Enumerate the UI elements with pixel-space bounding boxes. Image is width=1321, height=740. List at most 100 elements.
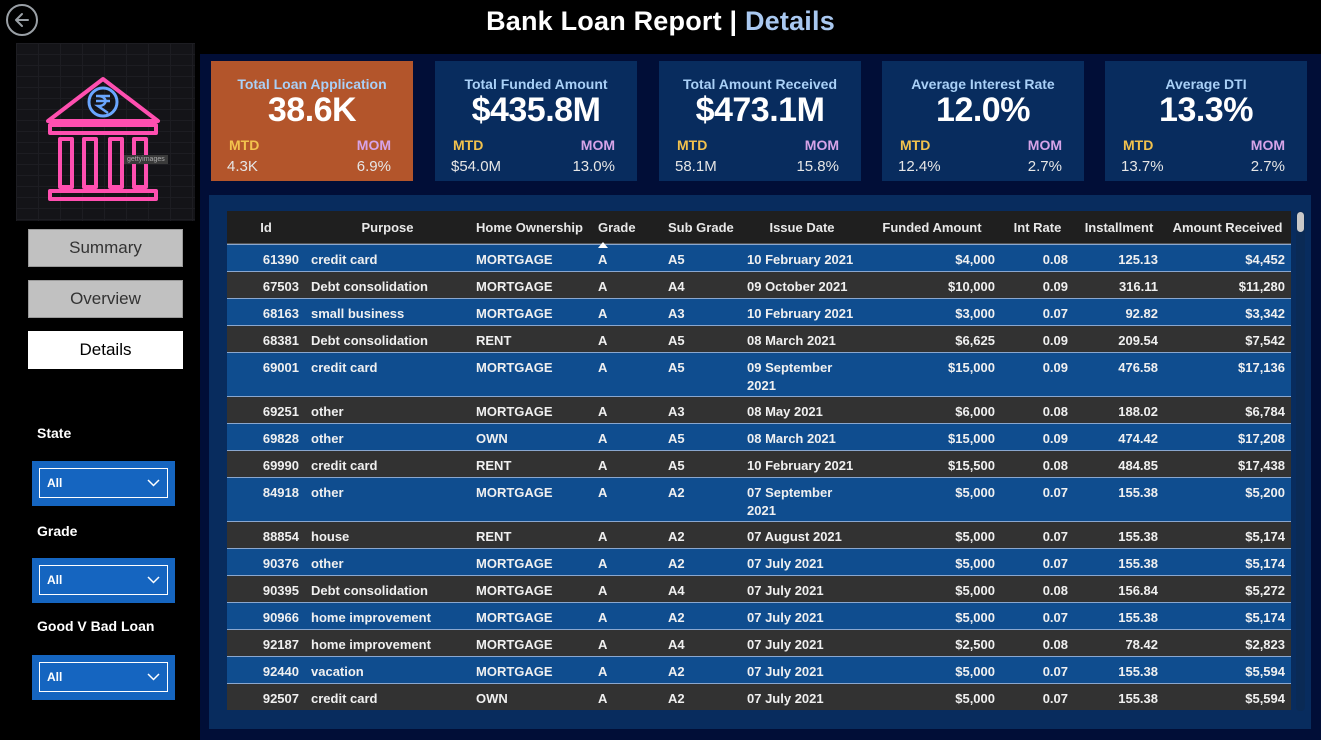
- kpi-card-average-interest-rate[interactable]: Average Interest Rate 12.0% MTD MOM 12.4…: [882, 61, 1084, 181]
- cell-purpose: vacation: [311, 664, 364, 679]
- table-row[interactable]: 90966 home improvement MORTGAGE A A2 07 July …: [227, 602, 1291, 629]
- cell-sub-grade: A2: [668, 556, 685, 571]
- col-header-int-rate[interactable]: Int Rate: [1001, 220, 1074, 235]
- cell-issue-date: 07 July 2021: [747, 637, 824, 652]
- col-header-home-ownership[interactable]: Home Ownership: [470, 220, 592, 235]
- summary-button[interactable]: Summary: [28, 229, 183, 267]
- cell-amount-received: $5,174: [1245, 556, 1285, 571]
- cell-issue-date: 07 July 2021: [747, 583, 824, 598]
- col-header-grade[interactable]: Grade: [592, 220, 662, 248]
- table-row[interactable]: 68381 Debt consolidation RENT A A5 08 March 2…: [227, 325, 1291, 352]
- cell-installment: 155.38: [1118, 556, 1158, 571]
- table-row[interactable]: 88854 house RENT A A2 07 August 2021 $5,000 0.0…: [227, 521, 1291, 548]
- cell-issue-date: 07 September 2021: [747, 485, 833, 518]
- table-row[interactable]: 61390 credit card MORTGAGE A A5 10 February 2…: [227, 244, 1291, 271]
- cell-installment: 484.85: [1118, 458, 1158, 473]
- cell-purpose: Debt consolidation: [311, 333, 428, 348]
- cell-grade: A: [598, 404, 608, 419]
- cell-sub-grade: A5: [668, 458, 685, 473]
- cell-installment: 209.54: [1118, 333, 1158, 348]
- cell-amount-received: $5,594: [1245, 691, 1285, 706]
- cell-purpose: house: [311, 529, 350, 544]
- cell-amount-received: $3,342: [1245, 306, 1285, 321]
- cell-id: 69001: [262, 360, 299, 375]
- col-header-id[interactable]: Id: [227, 220, 305, 235]
- cell-int-rate: 0.09: [1042, 431, 1068, 446]
- details-table[interactable]: Id Purpose Home Ownership Grade Sub Grad…: [227, 211, 1291, 710]
- cell-int-rate: 0.07: [1042, 306, 1068, 321]
- table-row[interactable]: 84918 other MORTGAGE A A2 07 September 2021 $5…: [227, 477, 1291, 521]
- cell-grade: A: [598, 485, 608, 500]
- kpi-mom-label: MOM: [1027, 137, 1062, 153]
- cell-funded-amount: $15,000: [948, 360, 995, 375]
- table-row[interactable]: 69251 other MORTGAGE A A3 08 May 2021 $6,000 0.…: [227, 396, 1291, 423]
- cell-amount-received: $2,823: [1245, 637, 1285, 652]
- cell-purpose: other: [311, 556, 344, 571]
- cell-issue-date: 10 February 2021: [747, 252, 854, 267]
- table-scrollbar[interactable]: [1296, 211, 1305, 711]
- grade-dropdown[interactable]: All: [32, 558, 175, 603]
- cell-id: 92187: [262, 637, 299, 652]
- kpi-card-total-loan-application[interactable]: Total Loan Application 38.6K MTD MOM 4.3…: [211, 61, 413, 181]
- table-row[interactable]: 90395 Debt consolidation MORTGAGE A A4 07 Jul…: [227, 575, 1291, 602]
- kpi-mtd-label: MTD: [677, 137, 708, 153]
- kpi-card-total-amount-received[interactable]: Total Amount Received $473.1M MTD MOM 58…: [659, 61, 861, 181]
- cell-id: 90966: [262, 610, 299, 625]
- table-row[interactable]: 67503 Debt consolidation MORTGAGE A A4 09 Oct…: [227, 271, 1291, 298]
- table-row[interactable]: 92187 home improvement MORTGAGE A A4 07 July …: [227, 629, 1291, 656]
- bank-rupee-icon: [46, 77, 160, 201]
- overview-button[interactable]: Overview: [28, 280, 183, 318]
- table-scrollbar-thumb[interactable]: [1297, 212, 1304, 232]
- cell-id: 90395: [262, 583, 299, 598]
- cell-amount-received: $17,438: [1238, 458, 1285, 473]
- col-header-sub-grade[interactable]: Sub Grade: [662, 220, 741, 235]
- kpi-mom-value: 2.7%: [1027, 158, 1062, 175]
- table-row[interactable]: 92507 credit card OWN A A2 07 July 2021 $5,000…: [227, 683, 1291, 710]
- cell-int-rate: 0.07: [1042, 610, 1068, 625]
- watermark-text: gettyimages: [124, 155, 168, 164]
- cell-issue-date: 09 October 2021: [747, 279, 848, 294]
- cell-sub-grade: A5: [668, 360, 685, 375]
- col-header-installment[interactable]: Installment: [1074, 220, 1164, 235]
- kpi-mom-label: MOM: [580, 137, 615, 153]
- table-row[interactable]: 69990 credit card RENT A A5 10 February 2021 $…: [227, 450, 1291, 477]
- cell-issue-date: 08 May 2021: [747, 404, 823, 419]
- cell-grade: A: [598, 664, 608, 679]
- cell-funded-amount: $2,500: [955, 637, 995, 652]
- cell-id: 67503: [262, 279, 299, 294]
- cell-int-rate: 0.08: [1042, 458, 1068, 473]
- cell-id: 68163: [262, 306, 299, 321]
- kpi-mtd-value: 12.4%: [898, 158, 941, 175]
- cell-home-ownership: MORTGAGE: [476, 556, 553, 571]
- state-dropdown[interactable]: All: [32, 461, 175, 506]
- table-row[interactable]: 68163 small business MORTGAGE A A3 10 Februar…: [227, 298, 1291, 325]
- cell-amount-received: $5,174: [1245, 610, 1285, 625]
- cell-grade: A: [598, 252, 608, 267]
- cell-grade: A: [598, 556, 608, 571]
- cell-int-rate: 0.08: [1042, 583, 1068, 598]
- cell-issue-date: 08 March 2021: [747, 333, 836, 348]
- details-button[interactable]: Details: [28, 331, 183, 369]
- cell-sub-grade: A4: [668, 279, 685, 294]
- cell-purpose: credit card: [311, 691, 378, 706]
- kpi-card-total-funded-amount[interactable]: Total Funded Amount $435.8M MTD MOM $54.…: [435, 61, 637, 181]
- cell-home-ownership: OWN: [476, 431, 508, 446]
- cell-installment: 476.58: [1118, 360, 1158, 375]
- cell-grade: A: [598, 583, 608, 598]
- col-header-funded-amount[interactable]: Funded Amount: [863, 220, 1001, 235]
- cell-home-ownership: MORTGAGE: [476, 252, 553, 267]
- kpi-mom-value: 2.7%: [1250, 158, 1285, 175]
- table-row[interactable]: 92440 vacation MORTGAGE A A2 07 July 2021 $5,0…: [227, 656, 1291, 683]
- table-row[interactable]: 69828 other OWN A A5 08 March 2021 $15,000 0.09…: [227, 423, 1291, 450]
- col-header-amount-received[interactable]: Amount Received: [1164, 220, 1291, 235]
- col-header-issue-date[interactable]: Issue Date: [741, 220, 863, 235]
- page-title: Bank Loan Report | Details: [0, 6, 1321, 37]
- cell-sub-grade: A5: [668, 431, 685, 446]
- cell-funded-amount: $3,000: [955, 306, 995, 321]
- good-bad-loan-dropdown[interactable]: All: [32, 655, 175, 700]
- kpi-card-average-dti[interactable]: Average DTI 13.3% MTD MOM 13.7% 2.7%: [1105, 61, 1307, 181]
- col-header-purpose[interactable]: Purpose: [305, 220, 470, 235]
- cell-home-ownership: MORTGAGE: [476, 279, 553, 294]
- table-row[interactable]: 69001 credit card MORTGAGE A A5 09 September …: [227, 352, 1291, 396]
- table-row[interactable]: 90376 other MORTGAGE A A2 07 July 2021 $5,000 0…: [227, 548, 1291, 575]
